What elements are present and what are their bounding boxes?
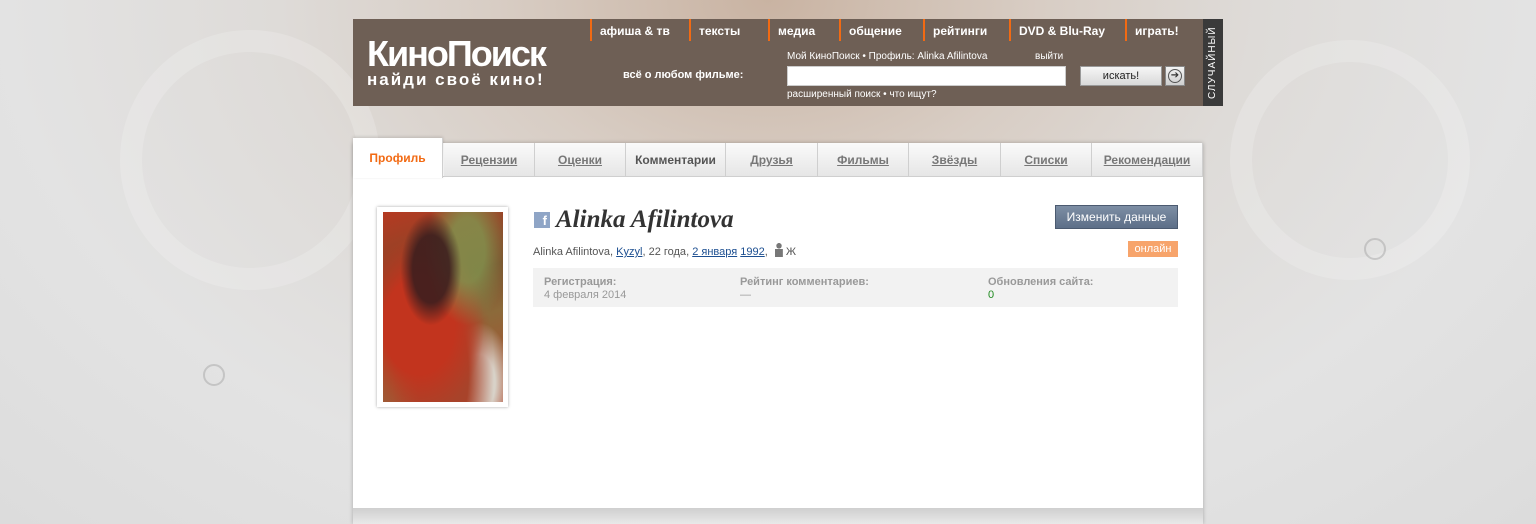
stat-comments-rating: Рейтинг комментариев: — xyxy=(740,276,869,301)
stat-value: — xyxy=(740,289,751,301)
tab-lists[interactable]: Списки xyxy=(1001,143,1092,177)
site-header: КиноПоиск найди своё кино! афиша & тв те… xyxy=(353,19,1223,106)
stat-label: Рейтинг комментариев: xyxy=(740,276,869,288)
stat-value[interactable]: 0 xyxy=(988,289,1093,301)
random-film-button[interactable]: СЛУЧАЙНЫЙ xyxy=(1203,19,1223,106)
avatar[interactable] xyxy=(377,207,508,407)
logo-slogan: найди своё кино! xyxy=(367,70,545,89)
background-decoration xyxy=(1230,40,1470,280)
info-name: Alinka Afilintova xyxy=(533,246,611,258)
logout-link[interactable]: выйти xyxy=(1035,51,1063,62)
edit-profile-button[interactable]: Изменить данные xyxy=(1055,205,1178,229)
profile-tabs: Профиль Рецензии Оценки Комментарии Друз… xyxy=(353,138,1203,178)
avatar-image xyxy=(383,212,503,402)
arrow-right-icon: ➔ xyxy=(1168,69,1182,83)
stat-label: Регистрация: xyxy=(544,276,617,288)
stat-label: Обновления сайта: xyxy=(988,276,1094,288)
advanced-search-link[interactable]: расширенный поиск xyxy=(787,89,880,100)
search-input[interactable] xyxy=(787,66,1066,86)
site-logo[interactable]: КиноПоиск найди своё кино! xyxy=(367,33,547,89)
stat-value: 4 февраля 2014 xyxy=(544,289,627,301)
online-status-badge: онлайн xyxy=(1128,241,1178,257)
go-button[interactable]: ➔ xyxy=(1165,66,1185,86)
facebook-icon[interactable]: f xyxy=(534,212,550,228)
user-menu[interactable]: Мой КиноПоиск • Профиль: Alinka Afilinto… xyxy=(787,51,987,62)
tab-reviews[interactable]: Рецензии xyxy=(444,143,535,177)
tab-films[interactable]: Фильмы xyxy=(818,143,909,177)
logo-title: КиноПоиск xyxy=(367,33,547,74)
tab-friends[interactable]: Друзья xyxy=(726,143,818,177)
nav-item-media[interactable]: медиа xyxy=(768,19,815,41)
gender: Ж xyxy=(785,246,797,258)
stat-registration: Регистрация: 4 февраля 2014 xyxy=(544,276,626,301)
panel-footer-shadow xyxy=(353,508,1203,524)
birth-year-link[interactable]: 1992 xyxy=(740,246,764,258)
search-links: расширенный поиск • что ищут? xyxy=(787,89,937,100)
tab-comments[interactable]: Комментарии xyxy=(626,143,726,177)
age: 22 года xyxy=(648,246,687,258)
nav-item-dvd[interactable]: DVD & Blu-Ray xyxy=(1009,19,1105,41)
city-link[interactable]: Kyzyl xyxy=(616,246,642,258)
profile-stats: Регистрация: 4 февраля 2014 Рейтинг комм… xyxy=(533,268,1178,307)
nav-item-afisha[interactable]: афиша & тв xyxy=(590,19,670,41)
tab-profile[interactable]: Профиль xyxy=(353,138,443,178)
stat-site-updates: Обновления сайта: 0 xyxy=(988,276,1093,301)
female-icon xyxy=(774,243,783,257)
background-decoration xyxy=(120,30,380,290)
profile-info: Alinka Afilintova, Kyzyl, 22 года, 2 янв… xyxy=(533,243,796,258)
nav-item-texts[interactable]: тексты xyxy=(689,19,740,41)
birth-day-link[interactable]: 2 января xyxy=(692,246,737,258)
tab-recommendations[interactable]: Рекомендации xyxy=(1092,143,1203,177)
tab-ratings[interactable]: Оценки xyxy=(535,143,626,177)
nav-item-community[interactable]: общение xyxy=(839,19,902,41)
nav-item-games[interactable]: играть! xyxy=(1125,19,1179,41)
film-reel-icon xyxy=(1364,238,1386,260)
search-button[interactable]: искать! xyxy=(1080,66,1162,86)
nav-item-ratings[interactable]: рейтинги xyxy=(923,19,987,41)
search-label: всё о любом фильме: xyxy=(623,69,744,81)
profile-username: Alinka Afilintova xyxy=(556,206,734,233)
film-reel-icon xyxy=(203,364,225,386)
what-searched-link[interactable]: что ищут? xyxy=(889,89,936,100)
tab-stars[interactable]: Звёзды xyxy=(909,143,1001,177)
